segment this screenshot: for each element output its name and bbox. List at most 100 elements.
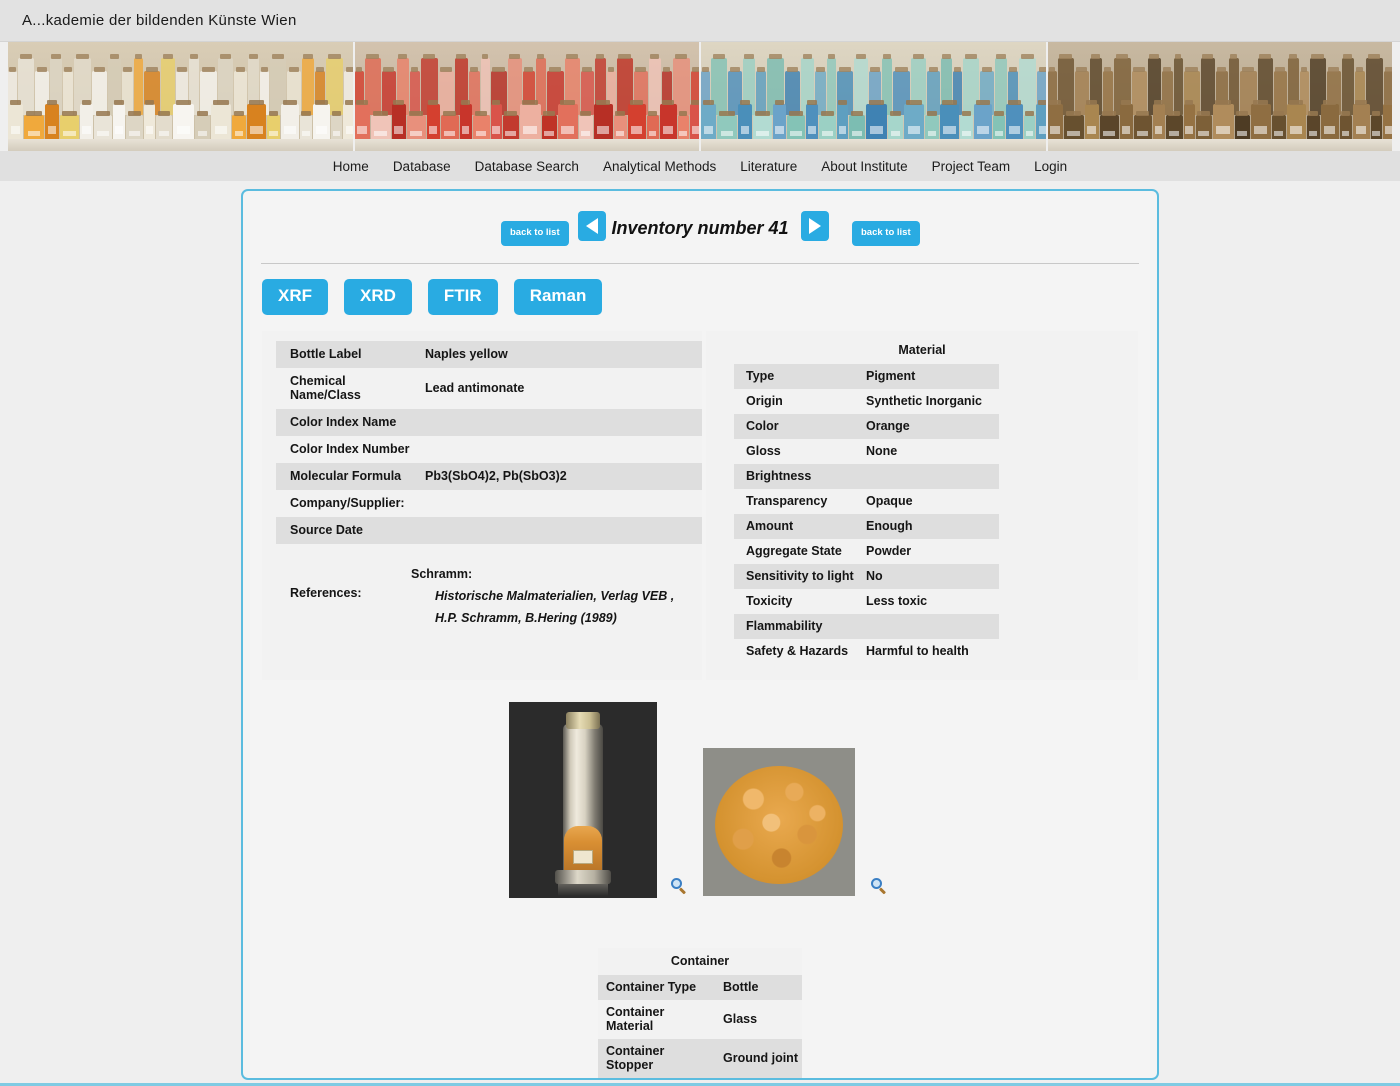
banner-jar bbox=[8, 100, 23, 141]
banner-jar bbox=[940, 100, 959, 141]
table-row: Container Material Glass bbox=[598, 1000, 802, 1039]
nav-item-home[interactable]: Home bbox=[321, 159, 381, 174]
banner-panel-blue-green-pigments bbox=[701, 42, 1046, 151]
container-value-material: Glass bbox=[715, 1000, 802, 1039]
powder-heap-shape bbox=[715, 765, 843, 884]
table-row: Container Type Bottle bbox=[598, 975, 802, 1000]
identity-key-color-index-number: Color Index Number bbox=[290, 442, 410, 456]
material-panel-heading: Material bbox=[898, 343, 946, 357]
site-header: A...kademie der bildenden Künste Wien bbox=[0, 0, 1400, 42]
banner-jar bbox=[426, 100, 440, 141]
banner-panel-white-pigments bbox=[8, 42, 353, 151]
banner-jar bbox=[819, 111, 836, 141]
banner-jar bbox=[438, 67, 454, 115]
banner-jar bbox=[126, 111, 143, 141]
banner-jar bbox=[701, 100, 716, 141]
banner-jar bbox=[1234, 111, 1250, 141]
banner-jar bbox=[1286, 100, 1306, 141]
nav-item-literature[interactable]: Literature bbox=[728, 159, 809, 174]
bottle-base-shape bbox=[555, 870, 611, 884]
banner-jar bbox=[888, 111, 903, 141]
banner-jar bbox=[391, 100, 406, 141]
references-body: Schramm: Historische Malmaterialien, Ver… bbox=[411, 564, 674, 630]
banner-jar bbox=[144, 100, 155, 141]
references-label: References: bbox=[290, 586, 362, 600]
banner-jar bbox=[232, 111, 246, 141]
banner-jar bbox=[993, 111, 1005, 141]
triangle-right-icon bbox=[809, 218, 821, 234]
material-key-toxicity: Toxicity bbox=[746, 594, 793, 608]
tab-ftir[interactable]: FTIR bbox=[427, 279, 498, 315]
banner-jar bbox=[1006, 100, 1023, 141]
back-to-list-button-right[interactable]: back to list bbox=[852, 221, 920, 246]
identity-value-source-date bbox=[411, 517, 702, 544]
identity-value-company-supplier bbox=[411, 490, 702, 517]
banner-jar bbox=[1382, 100, 1392, 141]
identity-value-molecular-formula: Pb3(SbO4)2, Pb(SbO3)2 bbox=[411, 463, 702, 490]
tab-raman[interactable]: Raman bbox=[513, 279, 603, 315]
container-key-stopper: Container Stopper bbox=[598, 1039, 715, 1078]
material-table: Type Pigment Origin Synthetic Inorganic … bbox=[734, 364, 999, 664]
nav-item-database-search[interactable]: Database Search bbox=[463, 159, 591, 174]
identity-key-color-index-name: Color Index Name bbox=[276, 409, 411, 436]
record-card: back to list Inventory number 41 back to… bbox=[241, 189, 1159, 1080]
banner-jar bbox=[1173, 54, 1183, 115]
table-row: Origin Synthetic Inorganic bbox=[734, 389, 999, 414]
magnifier-icon-powder[interactable] bbox=[871, 878, 887, 895]
tab-xrd[interactable]: XRD bbox=[344, 279, 412, 315]
banner-jar bbox=[1099, 111, 1119, 141]
banner-jar bbox=[578, 111, 593, 141]
magnifier-handle bbox=[678, 887, 687, 895]
material-key-transparency: Transparency bbox=[746, 494, 828, 508]
banner-jar bbox=[480, 54, 490, 115]
banner-jar bbox=[904, 100, 924, 141]
tab-xrf[interactable]: XRF bbox=[262, 279, 328, 315]
banner-jar bbox=[1306, 111, 1320, 141]
nav-item-about-institute[interactable]: About Institute bbox=[809, 159, 919, 174]
material-value-gloss: None bbox=[866, 444, 898, 458]
banner-panel-brown-pigments bbox=[1047, 42, 1392, 151]
analytical-method-tabs: XRF XRD FTIR Raman bbox=[243, 264, 1157, 315]
material-key-brightness: Brightness bbox=[734, 464, 854, 489]
banner-panel-red-pigments bbox=[354, 42, 699, 151]
banner-jar bbox=[646, 111, 659, 141]
banner-jar bbox=[267, 111, 280, 141]
bottle-photo[interactable] bbox=[509, 702, 657, 898]
identity-panel: Bottle Label Naples yellow Chemical Name… bbox=[262, 331, 702, 680]
table-row: Color Index Name bbox=[276, 409, 702, 436]
identity-key-company-supplier: Company/Supplier: bbox=[290, 496, 405, 510]
table-row: Container Stopper Ground joint bbox=[598, 1039, 802, 1078]
banner-jar bbox=[1084, 100, 1099, 141]
banner-jar bbox=[837, 100, 848, 141]
banner-jar bbox=[234, 67, 247, 115]
nav-item-login[interactable]: Login bbox=[1022, 159, 1079, 174]
magnifier-icon-bottle[interactable] bbox=[671, 878, 687, 895]
record-toolbar: back to list Inventory number 41 back to… bbox=[243, 191, 1157, 263]
material-value-transparency: Opaque bbox=[866, 494, 913, 508]
powder-photo[interactable] bbox=[703, 748, 855, 896]
banner-jar bbox=[580, 67, 594, 115]
banner-jar bbox=[738, 100, 752, 141]
table-row: Source Date bbox=[276, 517, 702, 544]
reference-line-2: H.P. Schramm, B.Hering (1989) bbox=[435, 610, 617, 625]
banner-jar bbox=[45, 100, 59, 141]
banner-jar bbox=[773, 100, 786, 141]
banner-jar bbox=[94, 111, 112, 141]
nav-item-database[interactable]: Database bbox=[381, 159, 463, 174]
banner-jar bbox=[785, 67, 800, 115]
next-record-button[interactable] bbox=[801, 211, 829, 241]
banner-jar bbox=[440, 111, 459, 141]
material-value-aggregate-state: Powder bbox=[866, 544, 912, 558]
material-key-color: Color bbox=[734, 414, 854, 439]
material-value-type: Pigment bbox=[854, 364, 999, 389]
banner-jar bbox=[1271, 111, 1286, 141]
material-value-sensitivity-to-light: No bbox=[854, 564, 999, 589]
nav-item-project-team[interactable]: Project Team bbox=[920, 159, 1023, 174]
banner-jar bbox=[806, 100, 818, 141]
site-title: A...kademie der bildenden Künste Wien bbox=[22, 12, 297, 29]
banner-jar bbox=[519, 100, 541, 141]
powder-photo-wrapper bbox=[703, 748, 855, 896]
container-key-material: Container Material bbox=[598, 1000, 715, 1039]
nav-item-analytical-methods[interactable]: Analytical Methods bbox=[591, 159, 728, 174]
banner-jar bbox=[557, 100, 578, 141]
